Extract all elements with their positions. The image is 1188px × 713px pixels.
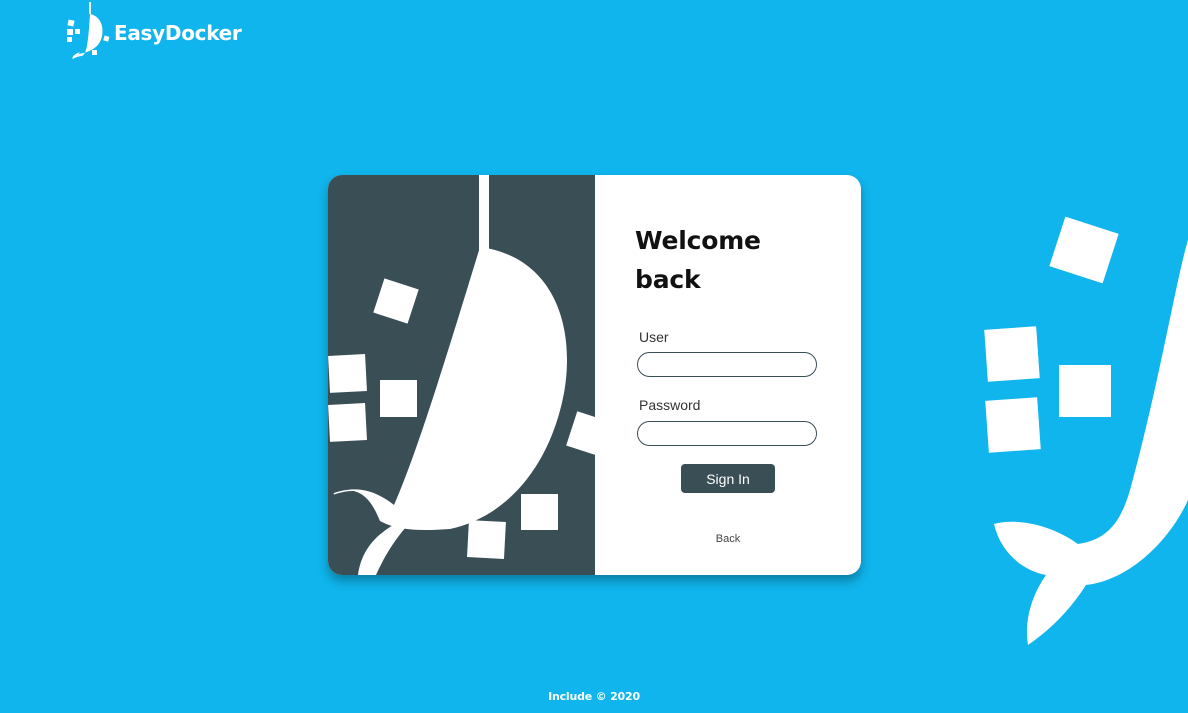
page-title: Welcome back	[635, 226, 761, 294]
user-input[interactable]	[637, 352, 817, 377]
footer-copyright: Include © 2020	[548, 690, 640, 703]
sign-in-button[interactable]: Sign In	[681, 464, 775, 493]
illustration-panel	[328, 175, 595, 575]
login-card: Welcome back User Password Sign In Back	[328, 175, 861, 575]
whale-broom-illustration	[328, 175, 595, 575]
brand-name: EasyDocker	[114, 21, 242, 45]
back-link[interactable]: Back	[595, 533, 861, 545]
password-label: Password	[639, 397, 701, 413]
background-whale-icon	[984, 216, 1188, 645]
password-input[interactable]	[637, 421, 817, 446]
user-label: User	[639, 329, 669, 345]
brand[interactable]: EasyDocker	[66, 2, 242, 60]
whale-broom-icon	[67, 2, 110, 59]
login-form: Welcome back User Password Sign In Back	[595, 175, 861, 575]
